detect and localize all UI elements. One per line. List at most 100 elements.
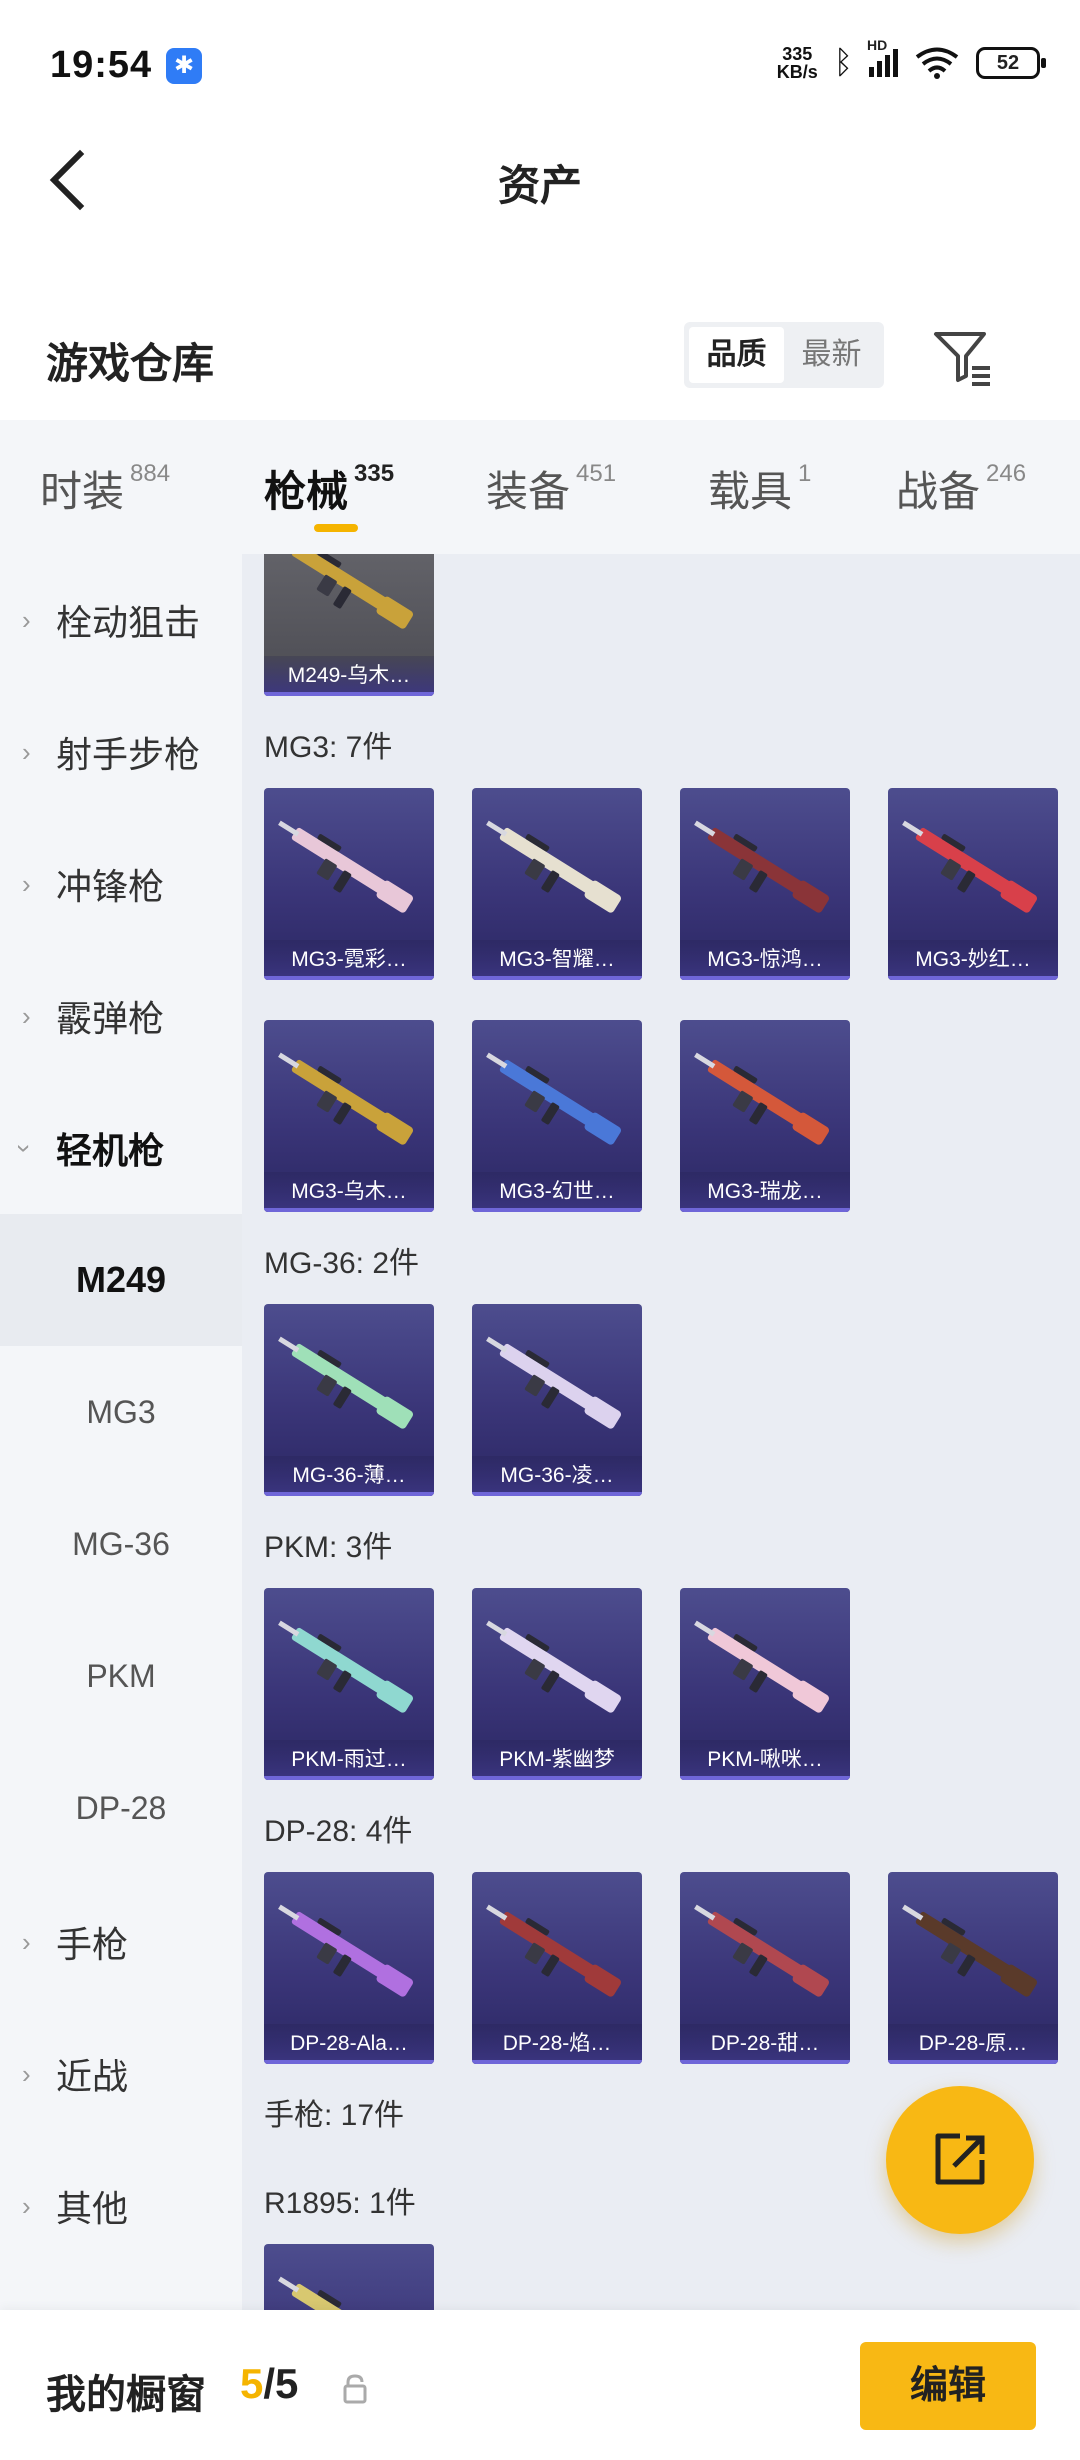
weapon-card-label: MG3-惊鸿… [680,940,850,980]
sidebar-subitem-label: MG3 [86,1393,156,1430]
signal-icon: HD [867,37,898,77]
sidebar-subitem-m249[interactable]: M249 [0,1214,242,1346]
weapon-card[interactable]: DP-28-甜… [680,1872,850,2064]
tab-count: 335 [354,460,395,487]
weapon-card[interactable]: PKM-啾咪… [680,1588,850,1780]
sort-toggle: 品质 最新 [684,322,884,388]
sidebar-subitem-label: M249 [75,1259,167,1300]
weapon-image [486,1336,621,1429]
weapon-image [902,820,1037,913]
chevron-right-icon: › [22,1926,31,1957]
warehouse-title: 游戏仓库 [46,340,215,387]
weapon-card[interactable]: MG3-瑞龙… [680,1020,850,1212]
tab-supplies[interactable]: 战备 246 [896,458,1026,519]
weapon-image [486,1620,621,1713]
weapon-card[interactable]: MG3-霓彩… [264,788,434,980]
weapon-card[interactable]: PKM-雨过… [264,1588,434,1780]
tab-outfit[interactable]: 时装 884 [40,458,170,519]
net-speed-unit: KB/s [776,61,818,82]
sidebar-item-label: 霰弹枪 [56,998,165,1039]
showcase-label: 我的橱窗 [46,2373,206,2417]
net-speed-value: 335 [782,43,813,64]
sidebar-item-marksman-rifle[interactable]: › 射手步枪 [0,686,242,818]
tab-label: 枪械 [264,468,349,515]
tab-label: 战备 [896,468,981,515]
sidebar-item-label: 其他 [56,2188,129,2229]
filter-icon[interactable] [930,324,994,388]
network-speed: 335 KB/s [777,45,818,81]
chevron-right-icon: › [22,2190,31,2221]
weapon-card-label: MG-36-凌… [472,1456,642,1496]
category-tabs: 时装 884 枪械 335 装备 451 载具 1 战备 246 [0,420,1080,554]
sidebar-subitem-mg36[interactable]: MG-36 [0,1478,242,1610]
sort-latest-button[interactable]: 最新 [784,327,879,383]
weapon-card[interactable]: MG3-惊鸿… [680,788,850,980]
tab-equipment[interactable]: 装备 451 [486,458,616,519]
weapon-card[interactable]: DP-28-Ala… [264,1872,434,2064]
tab-count: 246 [986,460,1027,487]
edit-button[interactable]: 编辑 [860,2342,1036,2430]
chevron-right-icon: › [22,604,31,635]
weapon-image [694,820,829,913]
group-title: DP-28: 4件 [264,1815,413,1848]
showcase-count: 5/5 [240,2360,298,2408]
weapon-card-label: MG3-智耀… [472,940,642,980]
weapon-card[interactable]: MG-36-薄… [264,1304,434,1496]
weapon-card-label: DP-28-Ala… [264,2024,434,2064]
external-link-icon [935,2133,985,2185]
chevron-down-icon: › [9,1143,40,1153]
weapon-card[interactable]: MG-36-凌… [472,1304,642,1496]
sidebar-subitem-pkm[interactable]: PKM [0,1610,242,1742]
weapon-image [291,554,413,629]
sidebar-item-melee[interactable]: › 近战 [0,2008,242,2140]
sidebar-subitem-dp28[interactable]: DP-28 [0,1742,242,1874]
weapon-image [486,1052,621,1145]
lock-icon [343,2374,367,2404]
sidebar-subitem-mg3[interactable]: MG3 [0,1346,242,1478]
weapon-type-sidebar: › 栓动狙击 › 射手步枪 › 冲锋枪 › 霰弹枪 › 轻机枪 M249 MG3… [0,554,242,2310]
weapon-card-label: PKM-啾咪… [680,1740,850,1780]
signal-label: HD [867,36,888,53]
tab-count: 451 [576,460,617,487]
tab-count: 884 [130,460,171,487]
weapon-image [694,1904,829,1997]
tab-vehicles[interactable]: 载具 1 [708,458,811,519]
battery-icon: 52 [976,46,1046,79]
weapon-card[interactable]: MG3-乌木… [264,1020,434,1212]
weapon-card[interactable] [264,2244,434,2310]
weapon-card-label: PKM-紫幽梦 [472,1740,642,1780]
weapon-card[interactable]: MG3-妙红… [888,788,1058,980]
weapon-card[interactable]: MG3-智耀… [472,788,642,980]
sidebar-item-label: 栓动狙击 [56,602,201,643]
sidebar-item-lmg[interactable]: › 轻机枪 [0,1082,242,1214]
sidebar-item-bolt-sniper[interactable]: › 栓动狙击 [0,554,242,686]
wifi-icon [915,47,959,79]
weapon-image [278,820,413,913]
group-title: MG3: 7件 [264,731,393,764]
sidebar-item-smg[interactable]: › 冲锋枪 [0,818,242,950]
status-bar: 19:54 ✱ 335 KB/s ᛒ HD 52 [0,0,1080,130]
chevron-right-icon: › [22,868,31,899]
chevron-right-icon: › [22,2058,31,2089]
weapon-card[interactable]: M249-乌木… [264,554,434,696]
weapon-card[interactable]: DP-28-原… [888,1872,1058,2064]
nav-bar: 资产 [0,130,1080,230]
weapon-card-label: DP-28-原… [888,2024,1058,2064]
group-title: PKM: 3件 [264,1531,393,1564]
tab-label: 时装 [40,468,125,515]
weapon-card[interactable]: PKM-紫幽梦 [472,1588,642,1780]
sidebar-item-pistol[interactable]: › 手枪 [0,1876,242,2008]
tab-firearms[interactable]: 枪械 335 [264,458,394,519]
sidebar-subitem-label: DP-28 [75,1789,167,1826]
share-button[interactable] [886,2086,1034,2234]
weapon-card[interactable]: MG3-幻世… [472,1020,642,1212]
sidebar-item-shotgun[interactable]: › 霰弹枪 [0,950,242,1082]
weapon-card-label: DP-28-甜… [680,2024,850,2064]
warehouse-header: 游戏仓库 品质 最新 [0,300,1080,410]
weapon-card[interactable]: DP-28-焰… [472,1872,642,2064]
weapon-skin-grid: M249-乌木… MG3: 7件 MG3-霓彩… MG3-智耀… MG3-惊鸿…… [242,554,1080,2310]
sort-quality-button[interactable]: 品质 [689,327,784,383]
weapon-image [694,1620,829,1713]
weapon-card-label: MG3-瑞龙… [680,1172,850,1212]
sidebar-item-other[interactable]: › 其他 [0,2140,242,2272]
